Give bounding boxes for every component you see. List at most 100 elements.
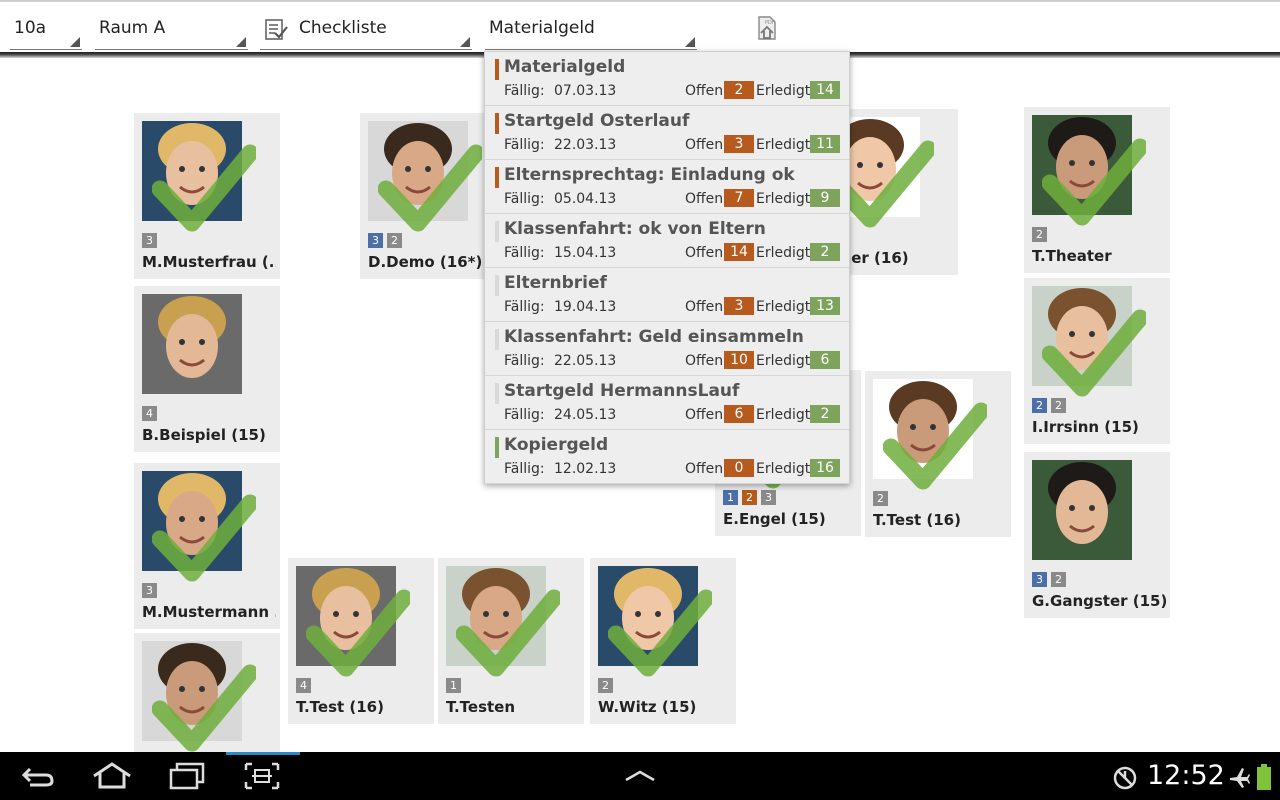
- count-badge: 4: [142, 406, 157, 421]
- pdf-export-icon[interactable]: PDF: [753, 15, 779, 41]
- svg-text:PDF: PDF: [765, 20, 775, 26]
- status-marker: [495, 383, 499, 404]
- student-name: T.Test (16): [296, 698, 384, 716]
- checklist-item-spinner[interactable]: Materialgeld: [485, 14, 697, 50]
- open-label: Offen:: [685, 353, 728, 369]
- spinner-arrow-icon: [685, 37, 695, 47]
- student-card[interactable]: 3 M.Mustermann ...: [134, 463, 280, 629]
- student-photo: [142, 471, 242, 571]
- student-photo: [1032, 460, 1132, 560]
- open-label: Offen:: [685, 83, 728, 99]
- student-badges: 2: [873, 491, 888, 506]
- done-label: Erledigt:: [756, 353, 815, 369]
- checklist-item-row[interactable]: Startgeld HermannsLauf Fällig: 24.05.13 Off…: [485, 376, 849, 430]
- open-count: 2: [724, 81, 754, 99]
- count-badge: 2: [387, 233, 402, 248]
- checklist-item-row[interactable]: Elternsprechtag: Einladung ok Fällig: 05.0…: [485, 160, 849, 214]
- done-label: Erledigt:: [756, 299, 815, 315]
- student-badges: 32: [368, 233, 402, 248]
- screenshot-icon[interactable]: [240, 760, 284, 792]
- done-count: 16: [810, 459, 840, 477]
- open-label: Offen:: [685, 461, 728, 477]
- checklist-item-row[interactable]: Klassenfahrt: Geld einsammeln Fällig: 22.0…: [485, 322, 849, 376]
- checklist-item-spinner-value: Materialgeld: [489, 18, 595, 38]
- student-card[interactable]: 2 T.Theater: [1024, 107, 1170, 273]
- student-badges: 123: [723, 490, 776, 505]
- student-photo: [1032, 115, 1132, 215]
- student-photo: [368, 121, 468, 221]
- item-title: Startgeld Osterlauf: [504, 111, 690, 131]
- status-clock: 12:52: [1147, 760, 1225, 791]
- recent-apps-icon[interactable]: [165, 760, 209, 792]
- count-badge: 3: [142, 233, 157, 248]
- count-badge: 2: [742, 490, 757, 505]
- checklist-item-row[interactable]: Materialgeld Fällig: 07.03.13 Offen: 2 Erledi…: [485, 52, 849, 106]
- student-name: M.Musterfrau (...: [142, 253, 276, 271]
- student-photo: [142, 641, 242, 741]
- student-name: M.Mustermann ...: [142, 603, 276, 621]
- student-card[interactable]: 2 T.Test (16): [865, 371, 1011, 537]
- open-label: Offen:: [685, 137, 728, 153]
- due-date: 05.04.13: [554, 191, 617, 207]
- item-title: Kopiergeld: [504, 435, 609, 455]
- due-date: 12.02.13: [554, 461, 617, 477]
- done-label: Erledigt:: [756, 137, 815, 153]
- item-title: Klassenfahrt: ok von Eltern: [504, 219, 766, 239]
- student-card[interactable]: 4 T.Test (16): [288, 558, 434, 724]
- up-chevron-icon[interactable]: [618, 760, 662, 792]
- student-card[interactable]: 1 T.Testen: [438, 558, 584, 724]
- action-bar: 10a Raum A Checkliste Materialgeld PDF: [0, 0, 1280, 52]
- room-spinner[interactable]: Raum A: [95, 14, 248, 50]
- count-badge: 2: [1032, 398, 1047, 413]
- done-count: 13: [810, 297, 840, 315]
- student-card[interactable]: 3 M.Musterfrau (...: [134, 113, 280, 279]
- mode-spinner[interactable]: Checkliste: [260, 14, 472, 50]
- open-count: 6: [724, 405, 754, 423]
- student-badges: 3: [142, 583, 157, 598]
- checklist-item-row[interactable]: Klassenfahrt: ok von Eltern Fällig: 15.04.…: [485, 214, 849, 268]
- student-name: I.Irrsinn (15): [1032, 418, 1139, 436]
- student-card[interactable]: 4 B.Beispiel (15): [134, 286, 280, 452]
- checklist-item-row[interactable]: Kopiergeld Fällig: 12.02.13 Offen: 0 Erledigt…: [485, 430, 849, 484]
- item-title: Elternsprechtag: Einladung ok: [504, 165, 795, 185]
- count-badge: 3: [761, 490, 776, 505]
- home-icon[interactable]: [90, 760, 134, 792]
- count-badge: 3: [1032, 572, 1047, 587]
- open-count: 10: [724, 351, 754, 369]
- student-name: E.Engel (15): [723, 510, 826, 528]
- status-marker: [495, 329, 499, 350]
- class-spinner[interactable]: 10a: [10, 14, 82, 50]
- done-label: Erledigt:: [756, 461, 815, 477]
- spinner-arrow-icon: [70, 37, 80, 47]
- checklist-item-row[interactable]: Startgeld Osterlauf Fällig: 22.03.13 Offen:…: [485, 106, 849, 160]
- student-badges: 22: [1032, 398, 1066, 413]
- item-title: Klassenfahrt: Geld einsammeln: [504, 327, 804, 347]
- student-card[interactable]: 2 W.Witz (15): [590, 558, 736, 724]
- open-label: Offen:: [685, 299, 728, 315]
- student-name: T.Theater: [1032, 247, 1112, 265]
- mode-spinner-value: Checkliste: [299, 18, 387, 38]
- usb-debug-icon: [1113, 766, 1137, 790]
- student-photo: [446, 566, 546, 666]
- status-marker: [495, 167, 499, 188]
- done-label: Erledigt:: [756, 191, 815, 207]
- spinner-arrow-icon: [236, 37, 246, 47]
- open-label: Offen:: [685, 245, 728, 261]
- count-badge: 3: [142, 583, 157, 598]
- count-badge: 2: [1051, 572, 1066, 587]
- status-marker: [495, 113, 499, 134]
- count-badge: 4: [296, 678, 311, 693]
- due-label: Fällig:: [504, 83, 545, 99]
- done-label: Erledigt:: [756, 407, 815, 423]
- checklist-item-row[interactable]: Elternbrief Fällig: 19.04.13 Offen: 3 Erledig…: [485, 268, 849, 322]
- count-badge: 3: [368, 233, 383, 248]
- student-card[interactable]: 2 2 I.Irrsinn (15): [1024, 278, 1170, 444]
- back-icon[interactable]: [16, 760, 60, 792]
- done-label: Erledigt:: [756, 245, 815, 261]
- student-name: T.Testen: [446, 698, 516, 716]
- student-badges: 3: [142, 233, 157, 248]
- item-title: Materialgeld: [504, 57, 626, 77]
- item-title: Startgeld HermannsLauf: [504, 381, 740, 401]
- student-card[interactable]: 3 2 G.Gangster (15): [1024, 452, 1170, 618]
- open-count: 14: [724, 243, 754, 261]
